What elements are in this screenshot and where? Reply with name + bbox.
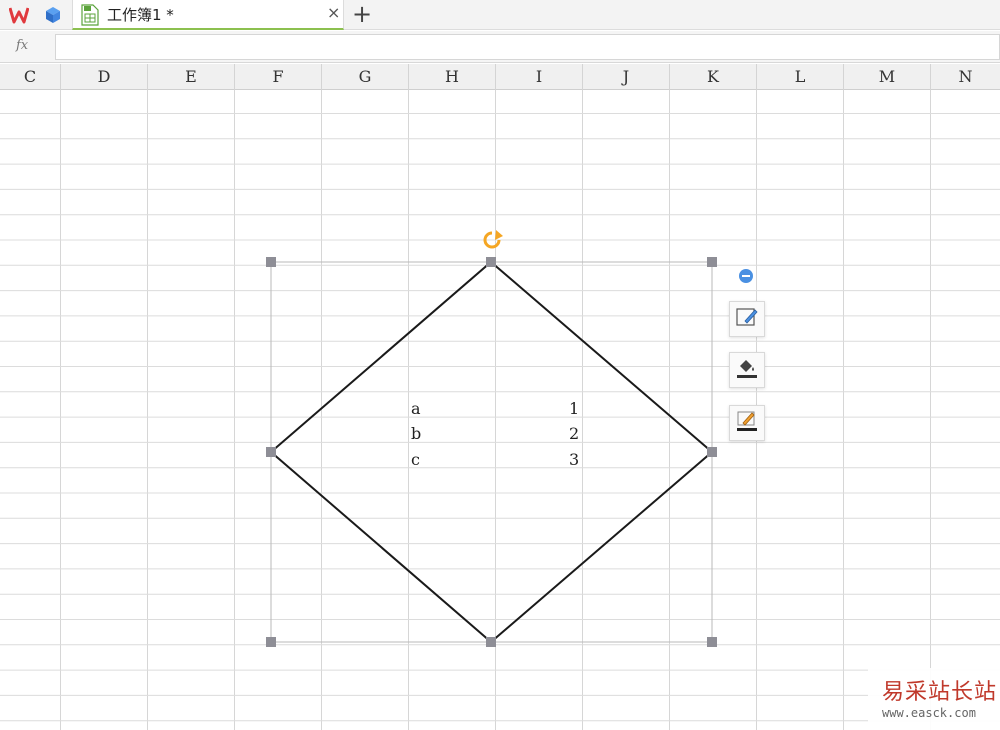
- diamond-shape-layer: [266, 230, 717, 647]
- watermark: 易采站长站 www.easck.com: [868, 668, 1000, 730]
- minus-circle-icon[interactable]: [739, 269, 753, 283]
- fill-bucket-icon: [735, 357, 759, 383]
- rotate-handle-icon[interactable]: [483, 230, 503, 249]
- watermark-title: 易采站长站: [882, 680, 998, 705]
- watermark-url: www.easck.com: [882, 706, 976, 720]
- diamond-shape[interactable]: [269, 260, 714, 644]
- resize-handle-bottom-left[interactable]: [266, 637, 276, 647]
- edit-shape-icon: [735, 306, 759, 332]
- selection-frame: [270, 261, 713, 643]
- resize-handle-top-right[interactable]: [707, 257, 717, 267]
- outline-pen-icon: [735, 410, 759, 436]
- resize-handle-top[interactable]: [486, 257, 496, 267]
- resize-handle-bottom-right[interactable]: [707, 637, 717, 647]
- resize-handle-right[interactable]: [707, 447, 717, 457]
- resize-handle-top-left[interactable]: [266, 257, 276, 267]
- outline-color-button[interactable]: [729, 405, 765, 441]
- resize-handle-left[interactable]: [266, 447, 276, 457]
- edit-shape-button[interactable]: [729, 301, 765, 337]
- resize-handle-bottom[interactable]: [486, 637, 496, 647]
- fill-color-button[interactable]: [729, 352, 765, 388]
